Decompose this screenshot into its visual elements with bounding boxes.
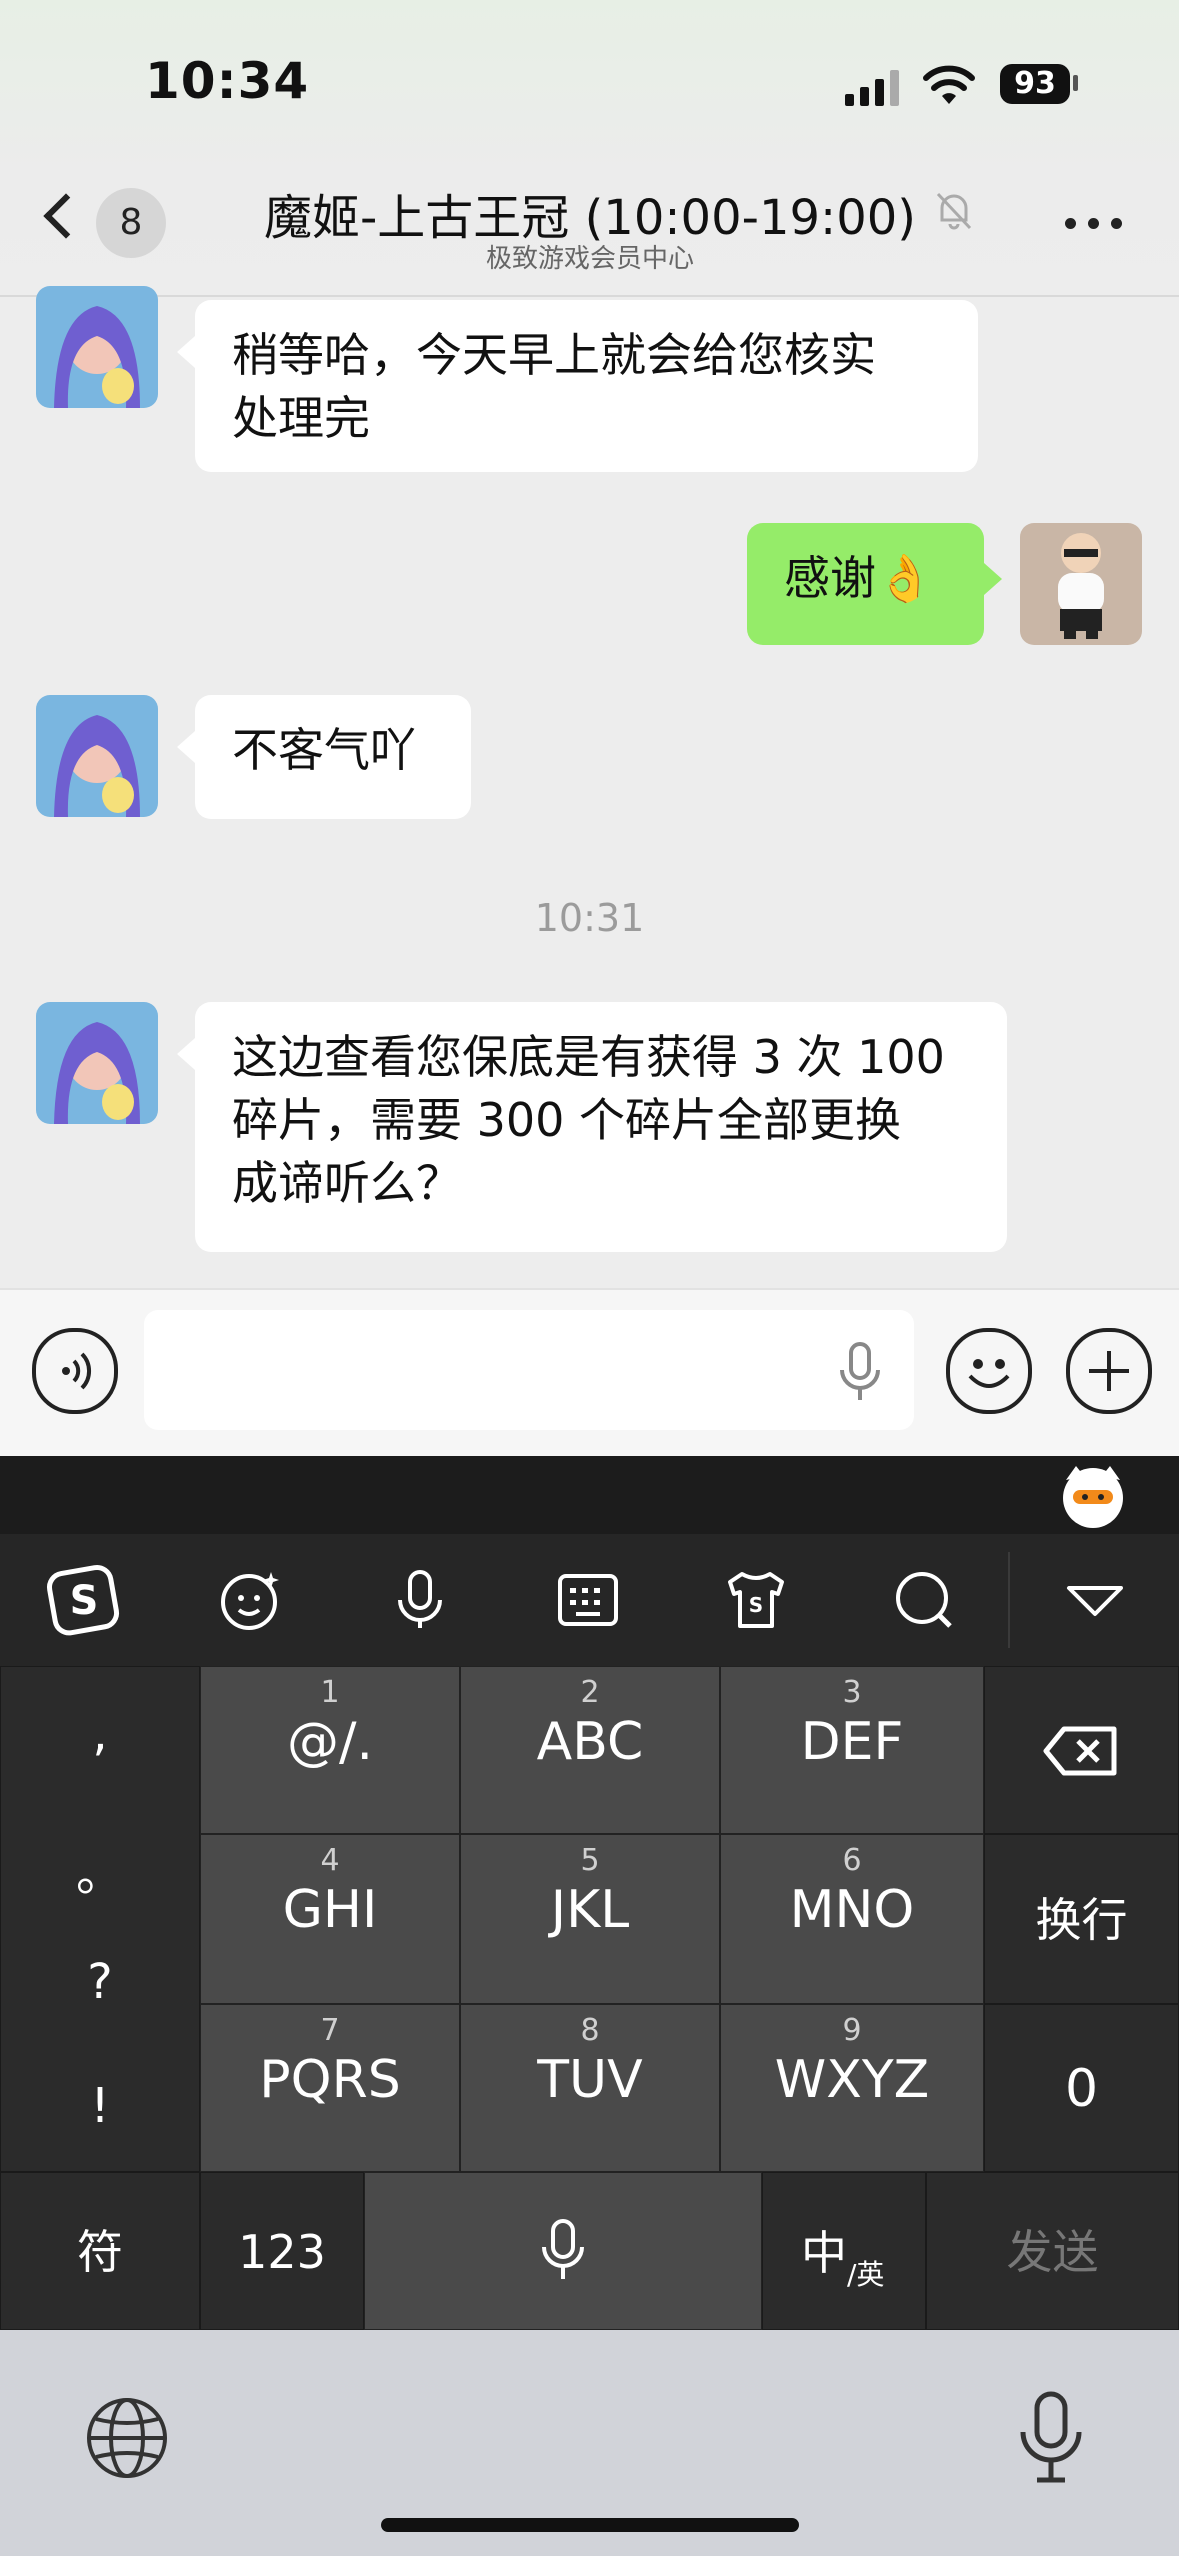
message-line: 稍等哈，今天早上就会给您核实	[232, 328, 876, 382]
signal-icon	[845, 70, 899, 106]
mic-icon[interactable]	[836, 1340, 884, 1406]
battery-indicator: 93	[1000, 64, 1070, 104]
send-key[interactable]: 发送	[926, 2172, 1179, 2330]
key-6[interactable]: 6 MNO	[720, 1834, 984, 2004]
emoji-sticker-icon[interactable]	[211, 1560, 291, 1640]
keyboard-header	[0, 1456, 1179, 1536]
punct-key[interactable]: ,	[0, 1706, 200, 1762]
timestamp-separator: 10:31	[534, 896, 645, 940]
contact-avatar[interactable]	[36, 286, 158, 408]
message-line: 处理完	[232, 391, 370, 445]
message-text: 感谢👌	[784, 551, 934, 605]
backspace-key[interactable]	[984, 1666, 1179, 1834]
emoji-button[interactable]	[946, 1328, 1032, 1414]
lang-sub-label: /英	[847, 2258, 885, 2291]
message-bubble[interactable]: 这边查看您保底是有获得 3 次 100 碎片，需要 300 个碎片全部更换 成谛…	[177, 1002, 1007, 1252]
voice-input-icon[interactable]	[380, 1560, 460, 1640]
chat-subtitle: 极致游戏会员中心	[485, 244, 694, 274]
message-bubble[interactable]: 稍等哈，今天早上就会给您核实 处理完	[177, 300, 978, 472]
add-button[interactable]	[1066, 1328, 1152, 1414]
message-line: 碎片，需要 300 个碎片全部更换	[232, 1093, 902, 1147]
contact-avatar[interactable]	[36, 1002, 158, 1124]
globe-icon[interactable]	[84, 2395, 170, 2481]
status-time: 10:34	[145, 52, 310, 110]
message-bubble-sent[interactable]: 感谢👌	[747, 523, 1002, 645]
message-input[interactable]	[144, 1310, 914, 1430]
punct-key[interactable]: 。	[0, 1834, 200, 1904]
voice-icon	[62, 1352, 92, 1390]
plus-icon	[1089, 1351, 1129, 1391]
zero-key[interactable]: 0	[984, 2004, 1179, 2172]
collapse-keyboard-icon[interactable]	[1055, 1560, 1135, 1640]
lang-main-label: 中	[801, 2226, 847, 2280]
key-4[interactable]: 4 GHI	[200, 1834, 460, 2004]
contact-avatar[interactable]	[36, 695, 158, 817]
svg-text:S: S	[70, 1578, 99, 1624]
sogou-logo-icon[interactable]: S	[44, 1560, 124, 1640]
dictation-mic-icon[interactable]	[1015, 2388, 1087, 2488]
key-8[interactable]: 8 TUV	[460, 2004, 720, 2172]
toolbar-divider	[1008, 1552, 1010, 1648]
home-indicator	[381, 2518, 799, 2532]
key-1[interactable]: 1 @/.	[200, 1666, 460, 1834]
skin-shirt-icon[interactable]: S	[716, 1560, 796, 1640]
emoji-icon	[968, 1359, 1010, 1388]
more-options-icon[interactable]	[1065, 218, 1125, 232]
key-5[interactable]: 5 JKL	[460, 1834, 720, 2004]
message-line: 这边查看您保底是有获得 3 次 100	[232, 1030, 945, 1084]
symbols-key[interactable]: 符	[0, 2172, 200, 2330]
ime-mascot-icon[interactable]	[1058, 1460, 1128, 1530]
message-bubble[interactable]: 不客气吖	[177, 695, 471, 819]
my-avatar[interactable]	[1020, 523, 1142, 645]
battery-nub	[1073, 75, 1078, 91]
punct-key[interactable]: !	[0, 2078, 200, 2134]
space-key[interactable]	[364, 2172, 762, 2330]
newline-key[interactable]: 换行	[984, 1834, 1179, 2004]
wifi-icon	[923, 65, 975, 104]
space-mic-icon	[542, 2219, 584, 2279]
keyboard-layout-icon[interactable]	[548, 1560, 628, 1640]
numbers-key[interactable]: 123	[200, 2172, 364, 2330]
unread-count-badge[interactable]: 8	[96, 188, 166, 258]
mute-bell-icon	[936, 192, 972, 230]
lang-switch-key[interactable]: 中 /英	[762, 2172, 926, 2330]
key-9[interactable]: 9 WXYZ	[720, 2004, 984, 2172]
search-icon[interactable]	[884, 1560, 964, 1640]
voice-mode-button[interactable]	[32, 1328, 118, 1414]
key-7[interactable]: 7 PQRS	[200, 2004, 460, 2172]
message-line: 成谛听么？	[232, 1156, 462, 1210]
message-text: 不客气吖	[232, 723, 416, 777]
backspace-icon	[1043, 1726, 1116, 1776]
key-2[interactable]: 2 ABC	[460, 1666, 720, 1834]
svg-text:S: S	[749, 1593, 763, 1617]
key-3[interactable]: 3 DEF	[720, 1666, 984, 1834]
punct-key[interactable]: ?	[0, 1954, 200, 2010]
